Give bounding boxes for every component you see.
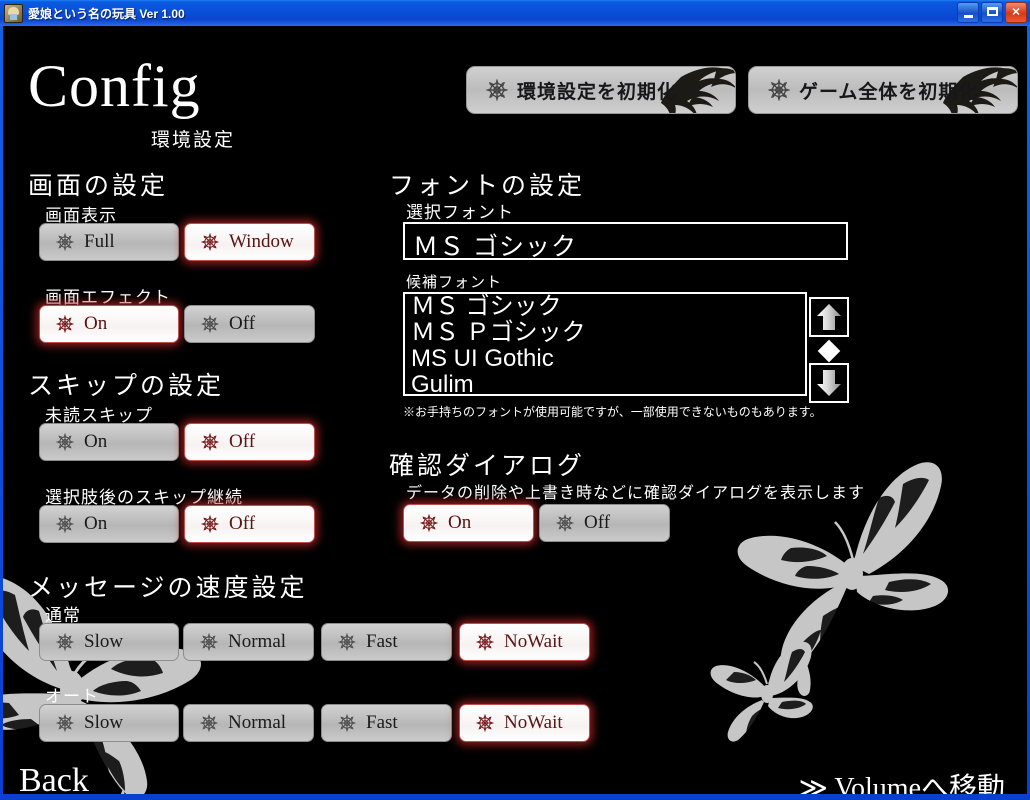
- ornament-icon: [55, 713, 75, 733]
- auto-speed-fast-label: Fast: [366, 712, 398, 733]
- ornament-icon: [200, 314, 220, 334]
- display-mode-full-button[interactable]: Full: [39, 223, 179, 261]
- candidate-font-label: 候補フォント: [406, 275, 503, 291]
- app-icon: [4, 3, 23, 23]
- selected-font-label: 選択フォント: [406, 203, 514, 222]
- unread-skip-on-button[interactable]: On: [39, 423, 179, 461]
- confirm-dialog-off-label: Off: [584, 512, 611, 533]
- normal-speed-normal-button[interactable]: Normal: [183, 623, 314, 661]
- window-title: 愛娘という名の玩具 Ver 1.00: [28, 6, 185, 21]
- selected-font-field[interactable]: ＭＳ ゴシック: [403, 222, 848, 261]
- ornament-icon: [337, 713, 357, 733]
- screen-effect-off-label: Off: [229, 313, 256, 334]
- ornament-icon: [199, 632, 219, 652]
- butterfly-decoration-left: [3, 578, 201, 794]
- normal-speed-normal-label: Normal: [228, 631, 287, 652]
- display-mode-full-label: Full: [84, 231, 115, 252]
- ornament-icon: [199, 713, 219, 733]
- config-screen: Config 環境設定 環境設定を初期化 ゲーム全体を初期化 画面の設定 画面表…: [3, 26, 1027, 794]
- ornament-icon: [55, 314, 75, 334]
- auto-speed-fast-button[interactable]: Fast: [321, 704, 452, 742]
- confirm-description: データの削除や上書き時などに確認ダイアログを表示します: [406, 485, 866, 502]
- reset-config-button[interactable]: 環境設定を初期化: [466, 66, 736, 114]
- font-section-heading: フォントの設定: [389, 173, 586, 200]
- ornament-icon: [55, 232, 75, 252]
- normal-speed-slow-button[interactable]: Slow: [39, 623, 179, 661]
- reset-game-button[interactable]: ゲーム全体を初期化: [748, 66, 1018, 114]
- skip-section-heading: スキップの設定: [28, 373, 225, 400]
- display-mode-window-button[interactable]: Window: [184, 223, 315, 261]
- page-subtitle: 環境設定: [151, 130, 236, 151]
- confirm-dialog-on-label: On: [448, 512, 472, 533]
- app-window: 愛娘という名の玩具 Ver 1.00 ✕ Config 環境設定 環境設定を初期…: [0, 0, 1030, 800]
- list-item[interactable]: ＭＳ Ｐゴシック: [405, 320, 805, 346]
- scroll-down-button[interactable]: [809, 363, 849, 403]
- screen-effect-on-button[interactable]: On: [39, 305, 179, 343]
- normal-speed-nowait-label: NoWait: [504, 631, 563, 652]
- list-item[interactable]: MS UI Gothic: [405, 346, 805, 372]
- unread-skip-off-button[interactable]: Off: [184, 423, 315, 461]
- maximize-button[interactable]: [981, 2, 1003, 23]
- auto-speed-nowait-label: NoWait: [504, 712, 563, 733]
- ornament-icon: [200, 232, 220, 252]
- ornament-icon: [475, 713, 495, 733]
- list-item[interactable]: Gulim: [405, 372, 805, 395]
- selected-font-value: ＭＳ ゴシック: [413, 233, 577, 261]
- ornament-icon: [475, 632, 495, 652]
- ornament-icon: [200, 432, 220, 452]
- candidate-font-list[interactable]: ＭＳ ゴシック ＭＳ Ｐゴシック MS UI Gothic Gulim: [403, 292, 807, 396]
- ornament-icon: [767, 78, 791, 102]
- window-controls: ✕: [957, 2, 1027, 23]
- unread-skip-on-label: On: [84, 431, 108, 452]
- screen-effect-off-button[interactable]: Off: [184, 305, 315, 343]
- ornament-icon: [55, 432, 75, 452]
- auto-speed-slow-button[interactable]: Slow: [39, 704, 179, 742]
- confirm-dialog-off-button[interactable]: Off: [539, 504, 670, 542]
- ornament-icon: [55, 632, 75, 652]
- auto-speed-normal-button[interactable]: Normal: [183, 704, 314, 742]
- minimize-button[interactable]: [957, 2, 979, 23]
- unread-skip-off-label: Off: [229, 431, 256, 452]
- normal-speed-slow-label: Slow: [84, 631, 124, 652]
- skip-after-choice-on-label: On: [84, 513, 108, 534]
- scroll-up-button[interactable]: [809, 297, 849, 337]
- close-button[interactable]: ✕: [1005, 2, 1027, 23]
- close-icon: ✕: [1011, 6, 1021, 18]
- ornament-icon: [337, 632, 357, 652]
- page-title: Config: [28, 53, 201, 119]
- screen-section-heading: 画面の設定: [28, 173, 169, 200]
- ornament-icon: [419, 513, 439, 533]
- skip-after-choice-off-label: Off: [229, 513, 256, 534]
- butterfly-decoration-small: [710, 641, 813, 742]
- arrow-up-icon: [817, 304, 841, 330]
- reset-config-label: 環境設定を初期化: [517, 81, 678, 103]
- title-bar: 愛娘という名の玩具 Ver 1.00 ✕: [0, 0, 1030, 26]
- speed-section-heading: メッセージの速度設定: [28, 575, 308, 602]
- font-note: ※お手持ちのフォントが使用可能ですが、一部使用できないものもあります。: [403, 405, 822, 419]
- display-mode-window-label: Window: [229, 231, 294, 252]
- skip-after-choice-on-button[interactable]: On: [39, 505, 179, 543]
- auto-speed-slow-label: Slow: [84, 712, 124, 733]
- list-item[interactable]: ＭＳ ゴシック: [405, 294, 805, 320]
- auto-speed-normal-label: Normal: [228, 712, 287, 733]
- ornament-icon: [55, 514, 75, 534]
- normal-speed-fast-button[interactable]: Fast: [321, 623, 452, 661]
- skip-after-choice-off-button[interactable]: Off: [184, 505, 315, 543]
- arrow-down-icon: [817, 370, 841, 396]
- goto-volume-button[interactable]: ≫ Volumeへ移動: [799, 766, 1005, 794]
- normal-speed-nowait-button[interactable]: NoWait: [459, 623, 590, 661]
- ornament-icon: [485, 78, 509, 102]
- reset-game-label: ゲーム全体を初期化: [799, 81, 979, 103]
- confirm-section-heading: 確認ダイアログ: [389, 453, 586, 480]
- ornament-icon: [555, 513, 575, 533]
- auto-speed-nowait-button[interactable]: NoWait: [459, 704, 590, 742]
- diamond-icon: [817, 339, 841, 363]
- normal-speed-fast-label: Fast: [366, 631, 398, 652]
- screen-effect-on-label: On: [84, 313, 108, 334]
- confirm-dialog-on-button[interactable]: On: [403, 504, 534, 542]
- ornament-icon: [200, 514, 220, 534]
- back-button[interactable]: Back: [19, 762, 89, 794]
